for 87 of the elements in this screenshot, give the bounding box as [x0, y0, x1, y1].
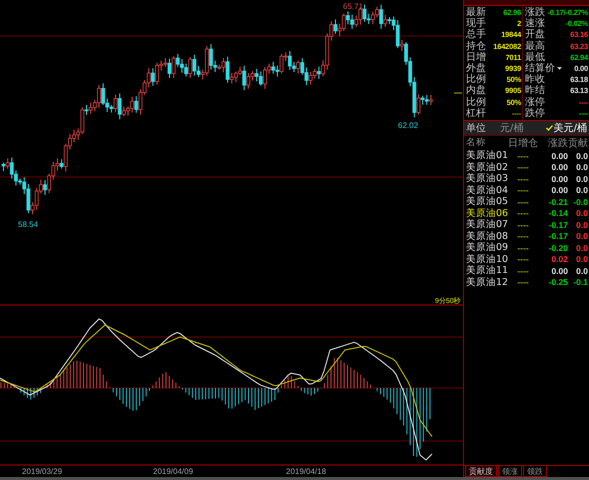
quote-label: 涨停	[525, 96, 546, 108]
contract-name[interactable]: 美原油01	[466, 149, 508, 162]
table-cell-text: -0.17	[548, 220, 568, 230]
table-cell-text: 0.0	[575, 174, 589, 184]
quote-label: 杠杆	[466, 108, 486, 119]
table-cell-text: ----	[516, 266, 530, 276]
column-header: 名称	[466, 136, 487, 150]
quote-label: 持仓	[466, 40, 486, 52]
column-header: 日增仓	[508, 136, 538, 150]
unit-label: 单位	[466, 122, 487, 135]
quote-label: 最高	[525, 40, 546, 52]
column-header: 贡献	[568, 136, 589, 150]
table-cell-text: 0.00	[550, 150, 568, 161]
contract-name[interactable]: 美原油02	[466, 160, 508, 174]
table-cell-text: 0.0	[575, 242, 589, 253]
bottom-tab[interactable]: 贡献度	[465, 466, 497, 477]
contract-name[interactable]: 美原油04	[466, 184, 508, 197]
quote-label: 比例	[466, 74, 486, 86]
price-marker	[454, 92, 462, 94]
table-cell-text: ----	[516, 196, 530, 207]
quote-label: 跌停	[525, 108, 546, 119]
bottom-tab[interactable]: 领跌	[523, 466, 547, 477]
table-cell-text: ----	[516, 231, 530, 242]
contract-name[interactable]: 美原油06	[466, 206, 508, 220]
table-cell-text: ----	[516, 254, 530, 264]
contract-name[interactable]: 美原油07	[466, 218, 508, 232]
table-cell-text: 0.0	[575, 185, 589, 196]
table-cell-text: 0.0	[575, 162, 589, 172]
table-cell-text: -0.14	[548, 208, 568, 218]
quote-label: 昨结	[525, 85, 546, 96]
table-cell-text: -0.1	[572, 277, 589, 288]
caret-icon[interactable]	[557, 67, 562, 70]
table-cell-text: -0.25	[548, 277, 568, 288]
quote-label: 总手	[466, 29, 486, 40]
bottom-tab[interactable]: 领涨	[498, 466, 522, 477]
table-cell-text: 0.0	[575, 266, 589, 276]
table-cell-text: 0.00	[550, 174, 568, 184]
contract-name[interactable]: 美原油11	[466, 264, 508, 278]
table-cell-text: ----	[516, 150, 530, 161]
table-cell-text: 0.00	[550, 266, 568, 276]
date-label: 2019/03/29	[22, 467, 62, 476]
contract-name[interactable]: 美原油05	[466, 195, 508, 208]
unit-option[interactable]: 元/桶	[500, 120, 524, 135]
table-cell-text: 0.00	[550, 185, 568, 196]
table-cell-text: ----	[516, 277, 530, 288]
quote-label: 涨跌	[525, 7, 546, 18]
quote-label: 开盘	[525, 29, 546, 40]
table-cell-text: 0.0	[575, 254, 589, 264]
table-cell-text: 0.0	[575, 220, 589, 230]
checkmark-icon	[546, 124, 553, 131]
column-header: 涨跌	[547, 136, 568, 150]
contract-name[interactable]: 美原油09	[466, 241, 508, 254]
date-label: 2019/04/09	[153, 467, 194, 476]
unit-option[interactable]: 美元/桶	[546, 120, 587, 135]
contract-name[interactable]: 美原油12	[466, 276, 508, 289]
price-label: 65.71	[343, 2, 364, 11]
contract-name[interactable]: 美原油10	[466, 252, 508, 266]
contract-name[interactable]: 美原油08	[466, 230, 508, 243]
date-label: 2019/04/18	[286, 467, 326, 476]
table-cell-text: ----	[516, 162, 530, 172]
quote-label: 结算价	[525, 63, 556, 74]
table-cell-text: 0.00	[550, 162, 568, 172]
table-cell-text: 0.0	[575, 150, 589, 161]
quote-label: 昨收	[525, 74, 546, 86]
table-cell-text: ----	[516, 185, 530, 196]
quote-label: 现手	[466, 18, 486, 30]
table-cell-text: ----	[516, 174, 530, 184]
table-cell-text: 0.0	[575, 231, 589, 242]
contract-name[interactable]: 美原油03	[466, 172, 508, 186]
table-cell-text: -0.17	[548, 231, 568, 242]
table-cell-text: -0.21	[548, 196, 568, 207]
table-cell-text: ----	[516, 220, 530, 230]
table-cell-text: 0.0	[575, 208, 589, 218]
table-cell-text: ----	[516, 242, 530, 253]
price-label: 62.02	[398, 121, 418, 130]
table-cell-text: -0.0	[572, 196, 589, 207]
quote-label: 速涨	[525, 18, 546, 30]
quote-label: 比例	[466, 96, 486, 108]
table-cell-text: -0.20	[548, 242, 568, 253]
quote-label: 最新	[466, 7, 486, 18]
quote-label: 内盘	[466, 85, 486, 96]
price-label: 58.54	[18, 220, 38, 229]
table-cell-text: 0.02	[550, 254, 568, 264]
table-cell-text: ----	[516, 208, 530, 218]
quote-label: 日增	[466, 52, 486, 63]
quote-label: 最低	[525, 52, 546, 63]
quote-label: 外盘	[466, 63, 486, 74]
